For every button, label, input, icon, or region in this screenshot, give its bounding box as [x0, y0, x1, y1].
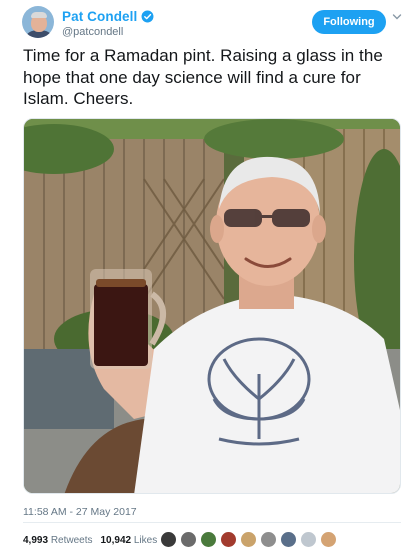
liker-avatar[interactable] [240, 531, 257, 548]
liker-avatar[interactable] [300, 531, 317, 548]
retweets-label: Retweets [50, 534, 93, 546]
liker-avatar[interactable] [320, 531, 337, 548]
following-button[interactable]: Following [312, 10, 386, 34]
tweet-header: Pat Condell @patcondell Following [22, 6, 402, 40]
stats-divider [23, 522, 401, 523]
tweet-stats: 4,993 Retweets 10,942 Likes [23, 530, 165, 550]
author-avatar[interactable] [22, 6, 54, 38]
liker-avatar[interactable] [260, 531, 277, 548]
tweet-photo[interactable] [23, 118, 401, 494]
avatar-hair [31, 12, 47, 18]
tweet-card: Pat Condell @patcondell Following Time f… [0, 0, 419, 550]
author-handle[interactable]: @patcondell [62, 26, 123, 38]
likes-count: 10,942 [100, 534, 132, 546]
liker-avatar[interactable] [220, 531, 237, 548]
retweets-count: 4,993 [23, 534, 49, 546]
photo-illustration [24, 119, 400, 493]
author-name[interactable]: Pat Condell [62, 9, 137, 24]
liker-avatar[interactable] [200, 531, 217, 548]
liker-avatar[interactable] [160, 531, 177, 548]
likes-stat[interactable]: 10,942 Likes [101, 535, 158, 546]
retweets-stat[interactable]: 4,993 Retweets [23, 535, 93, 546]
tweet-text: Time for a Ramadan pint. Raising a glass… [23, 46, 383, 108]
tweet-timestamp[interactable]: 11:58 AM - 27 May 2017 [23, 506, 137, 518]
likes-label: Likes [133, 534, 158, 546]
author-name-row: Pat Condell [62, 8, 154, 24]
liker-avatar[interactable] [280, 531, 297, 548]
liker-avatar[interactable] [180, 531, 197, 548]
chevron-down-icon[interactable] [392, 12, 402, 22]
liker-avatars [160, 531, 340, 548]
verified-badge-icon [141, 10, 154, 22]
